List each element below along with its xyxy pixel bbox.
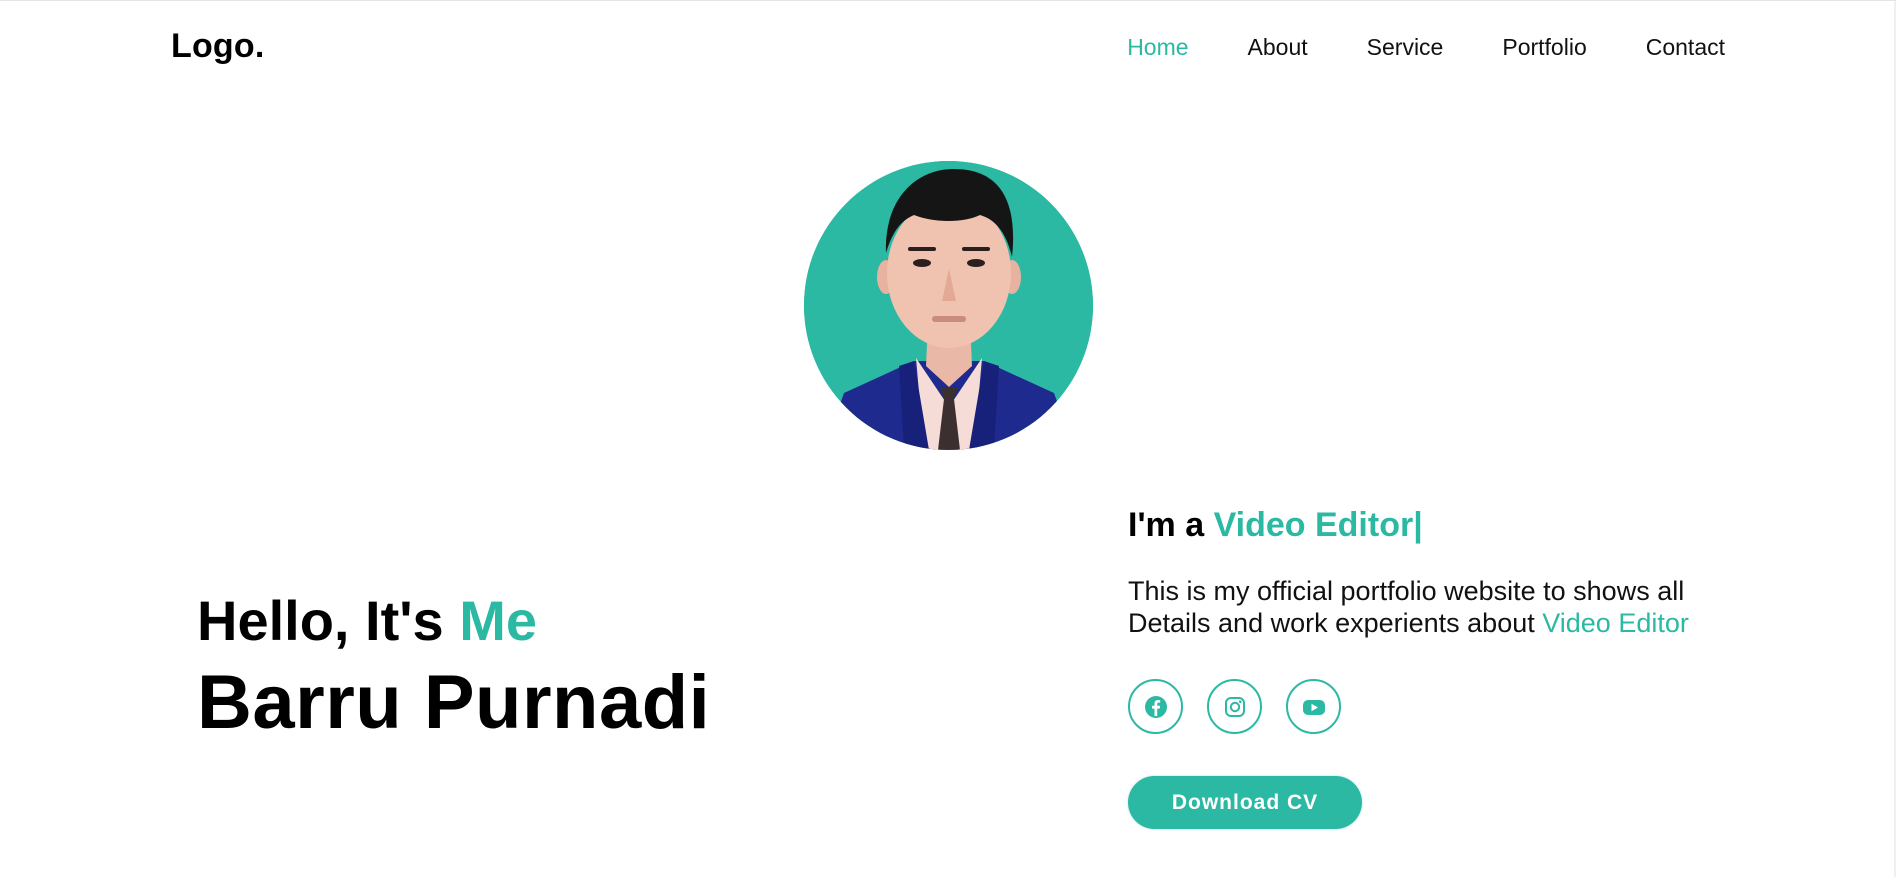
portfolio-page: Logo. Home About Service Portfolio Conta… [0, 0, 1896, 877]
role-heading: I'm a Video Editor| [1128, 506, 1423, 545]
typing-cursor: | [1413, 506, 1423, 544]
role-accent: Video Editor [1213, 506, 1414, 544]
facebook-link[interactable] [1128, 679, 1183, 734]
facebook-icon [1144, 695, 1167, 718]
nav-portfolio[interactable]: Portfolio [1502, 34, 1586, 61]
nav-contact[interactable]: Contact [1646, 34, 1725, 61]
hero-description: This is my official portfolio website to… [1128, 575, 1748, 639]
instagram-icon [1224, 696, 1245, 717]
social-links [1128, 679, 1341, 734]
description-accent: Video Editor [1542, 608, 1689, 638]
greeting-accent: Me [459, 589, 538, 652]
main-nav: Home About Service Portfolio Contact [1127, 34, 1725, 61]
site-logo[interactable]: Logo. [171, 27, 265, 66]
download-cv-button[interactable]: Download CV [1128, 776, 1362, 829]
greeting-prefix: Hello, It's [197, 589, 444, 652]
instagram-link[interactable] [1207, 679, 1262, 734]
profile-photo [804, 161, 1093, 450]
nav-service[interactable]: Service [1367, 34, 1444, 61]
nav-about[interactable]: About [1248, 34, 1308, 61]
youtube-icon [1302, 699, 1325, 715]
nav-home[interactable]: Home [1127, 34, 1188, 61]
youtube-link[interactable] [1286, 679, 1341, 734]
hero-name: Barru Purnadi [197, 660, 711, 745]
hero-greeting: Hello, It's Me [197, 588, 537, 653]
role-prefix: I'm a [1128, 506, 1205, 544]
